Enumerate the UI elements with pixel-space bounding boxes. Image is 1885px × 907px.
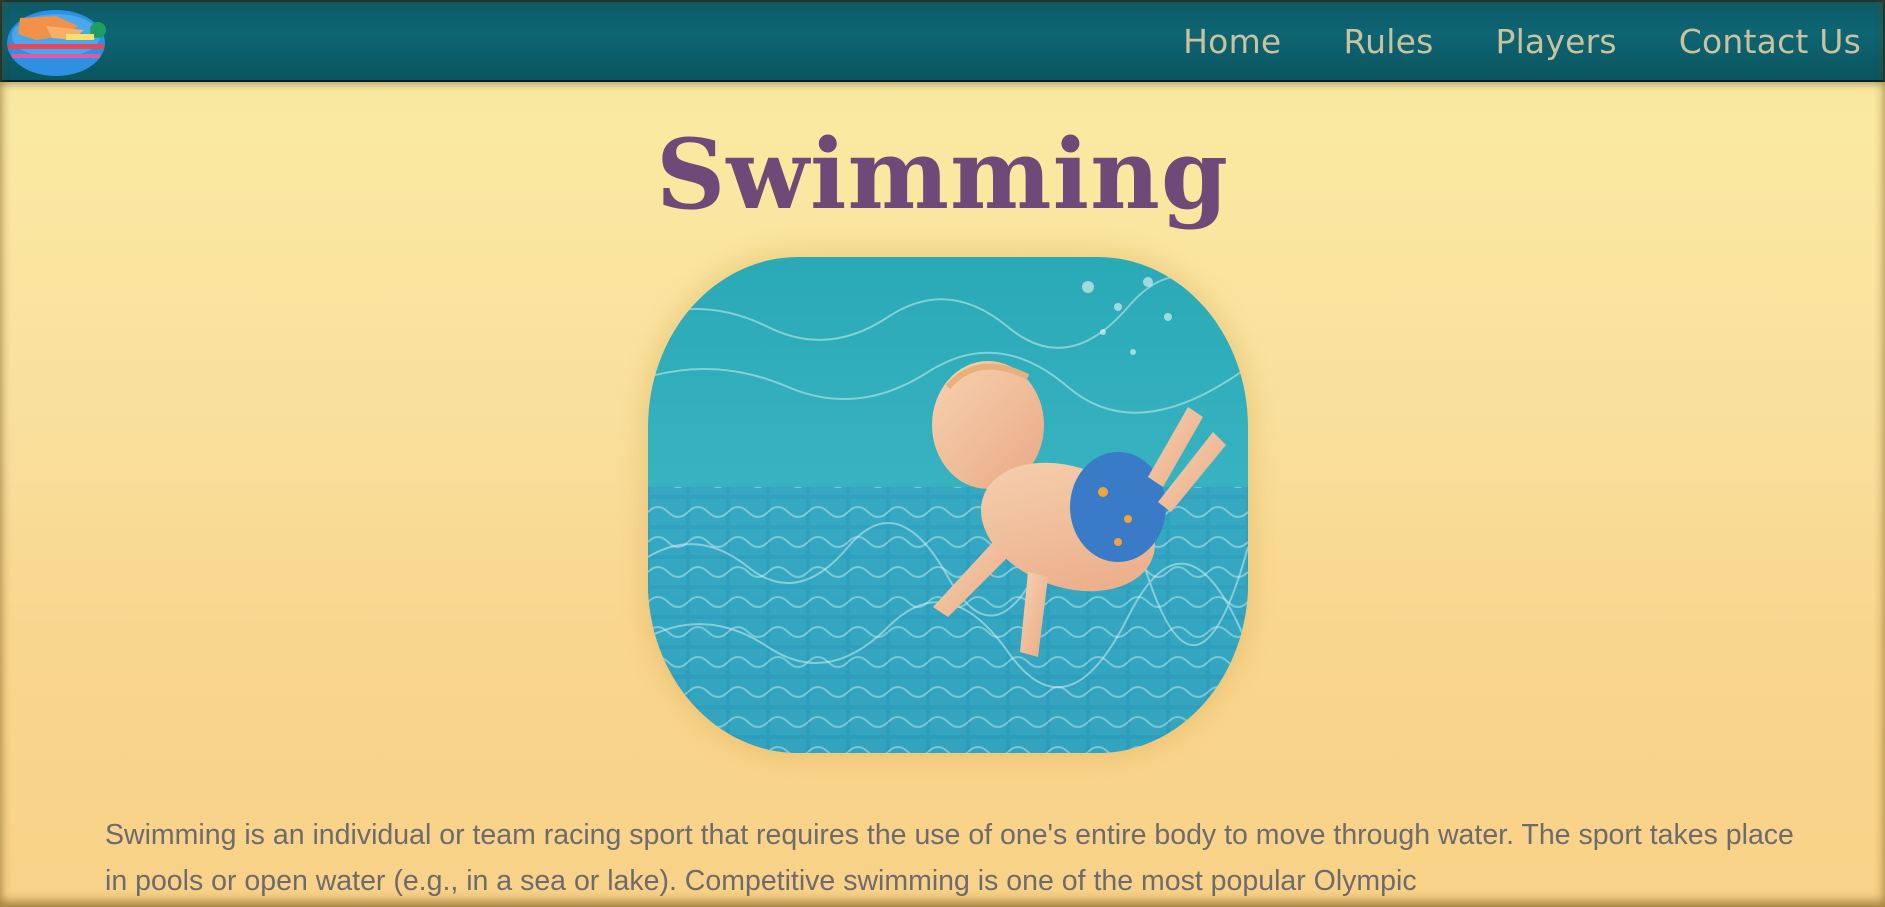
main-nav: Home Rules Players Contact Us xyxy=(1183,2,1861,80)
nav-home-link[interactable]: Home xyxy=(1183,22,1281,61)
intro-paragraph: Swimming is an individual or team racing… xyxy=(105,819,1794,897)
nav-players-link[interactable]: Players xyxy=(1495,22,1616,61)
nav-rules-link[interactable]: Rules xyxy=(1343,22,1433,61)
baby-swimming-underwater-image xyxy=(648,257,1248,753)
swimmer-logo-icon[interactable] xyxy=(6,6,110,78)
top-navbar: Home Rules Players Contact Us xyxy=(0,0,1885,82)
nav-contact-link[interactable]: Contact Us xyxy=(1679,22,1861,61)
page-title: Swimming xyxy=(656,118,1229,231)
